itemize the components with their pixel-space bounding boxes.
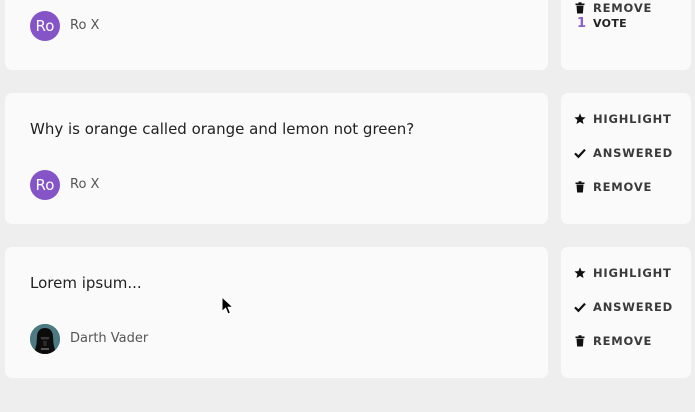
answered-button[interactable]: ANSWERED [574, 299, 673, 315]
trash-icon [575, 2, 585, 14]
vote-number: 1 [577, 16, 587, 31]
highlight-button[interactable]: HIGHLIGHT [574, 111, 672, 127]
author-name: Ro X [70, 177, 100, 192]
darth-vader-avatar [30, 324, 60, 354]
highlight-label: HIGHLIGHT [593, 266, 672, 280]
darth-vader-icon [30, 324, 60, 354]
question-actions-panel: HIGHLIGHT ANSWERED REMOVE [561, 93, 691, 224]
trash-icon [575, 181, 585, 193]
check-icon [574, 302, 586, 313]
answered-button[interactable]: ANSWERED [574, 145, 673, 161]
question-card: Ro Ro X [5, 0, 548, 70]
trash-icon [575, 335, 585, 347]
remove-button[interactable]: REMOVE [574, 179, 652, 195]
remove-button[interactable]: REMOVE [574, 0, 652, 16]
avatar: Ro [30, 170, 60, 200]
remove-button[interactable]: REMOVE [574, 333, 652, 349]
star-icon [574, 267, 586, 278]
highlight-button[interactable]: HIGHLIGHT [574, 265, 672, 281]
question-actions-panel: REMOVE 1 VOTE [561, 0, 691, 70]
vote-count[interactable]: 1 VOTE [577, 16, 627, 31]
vote-label: VOTE [593, 17, 627, 30]
remove-label: REMOVE [593, 180, 653, 194]
highlight-label: HIGHLIGHT [593, 112, 672, 126]
answered-label: ANSWERED [593, 300, 674, 314]
author-name: Darth Vader [70, 331, 149, 346]
mouse-cursor-icon [221, 296, 235, 315]
author-name: Ro X [70, 18, 100, 33]
question-text: Why is orange called orange and lemon no… [30, 120, 415, 138]
question-card: Lorem ipsum... Darth Vader [5, 247, 548, 378]
question-card: Why is orange called orange and lemon no… [5, 93, 548, 224]
question-text: Lorem ipsum... [30, 274, 142, 292]
check-icon [574, 148, 586, 159]
remove-label: REMOVE [593, 1, 653, 15]
remove-label: REMOVE [593, 334, 653, 348]
avatar: Ro [30, 11, 60, 41]
star-icon [574, 113, 586, 124]
question-actions-panel: HIGHLIGHT ANSWERED REMOVE [561, 247, 691, 378]
answered-label: ANSWERED [593, 146, 674, 160]
